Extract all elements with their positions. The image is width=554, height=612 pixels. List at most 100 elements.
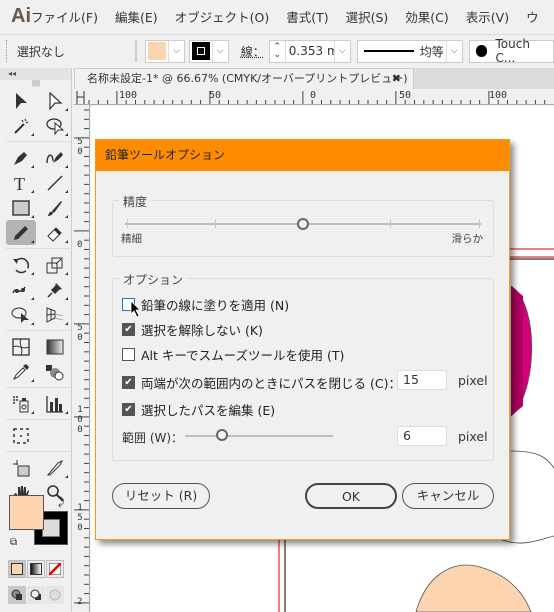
chevron-down-icon[interactable]: ⌵ xyxy=(333,40,350,62)
fill-color-dropdown[interactable]: ⌵ xyxy=(144,39,185,63)
scale-tool[interactable] xyxy=(40,252,70,277)
symbol-sprayer-tool[interactable] xyxy=(6,391,36,416)
fill-new-strokes-option[interactable]: 鉛筆の線に塗りを適用 (N) xyxy=(122,295,289,314)
paintbrush-tool[interactable] xyxy=(40,195,70,220)
swap-fill-stroke-icon[interactable]: ⤸ xyxy=(58,495,65,509)
cancel-button[interactable]: キャンセル xyxy=(402,483,494,509)
panel-grip[interactable] xyxy=(6,40,9,62)
fill-color-swatch[interactable] xyxy=(9,495,44,530)
line-segment-tool[interactable] xyxy=(40,170,70,195)
menu-object[interactable]: オブジェクト(O) xyxy=(175,7,270,26)
ruler-label: 50 xyxy=(209,90,222,101)
document-tab[interactable]: 名称未設定-1* @ 66.67% (CMYK/オーバープリントプレビュー) ✖ xyxy=(74,68,414,89)
column-graph-icon xyxy=(46,395,63,413)
draw-behind-button[interactable] xyxy=(27,586,45,604)
draw-normal-button[interactable] xyxy=(8,586,26,604)
alt-smooth-checkbox[interactable] xyxy=(122,348,135,361)
stroke-weight-value[interactable]: 0.353 m xyxy=(286,44,334,58)
close-paths-input[interactable]: 15 xyxy=(397,370,447,390)
warp-tool[interactable] xyxy=(6,277,36,302)
ok-button[interactable]: OK xyxy=(305,483,397,509)
menu-file[interactable]: ファイル(F) xyxy=(31,7,98,26)
alt-smooth-option[interactable]: Alt キーでスムーズツールを使用 (T) xyxy=(122,345,344,364)
within-slider-knob[interactable] xyxy=(216,429,228,441)
menu-edit[interactable]: 編集(E) xyxy=(115,7,158,26)
curvature-tool[interactable] xyxy=(40,145,70,170)
menu-view[interactable]: 表示(V) xyxy=(466,7,509,26)
gradient-mode-button[interactable] xyxy=(27,560,45,578)
gradient-tool[interactable] xyxy=(40,334,70,359)
stroke-color-dropdown[interactable]: ⌵ xyxy=(188,39,229,63)
ruler-label: 0 xyxy=(310,90,317,101)
artboard-tool[interactable] xyxy=(6,423,36,448)
horizontal-ruler[interactable]: 100 50 0 50 100 xyxy=(74,89,554,105)
gradient-icon xyxy=(46,339,64,354)
brush-dropdown[interactable]: Touch C... xyxy=(468,37,554,65)
rectangle-tool[interactable] xyxy=(6,195,36,220)
control-bar: 選択なし ⌵ ⌵ 線： ⌃ ⌄ 0.353 m ⌵ 均等 ⌵ Touch C... xyxy=(0,34,554,67)
close-paths-option[interactable]: ✔ 両端が次の範囲内のときにパスを閉じる (C)： xyxy=(122,373,401,392)
within-input[interactable]: 6 xyxy=(397,426,447,446)
stroke-profile-dropdown[interactable]: 均等 ⌵ xyxy=(356,39,463,63)
ruler-label: 50 xyxy=(75,323,85,343)
accuracy-slider-knob[interactable] xyxy=(297,218,309,230)
slice-tool[interactable] xyxy=(6,455,36,480)
panel-grip[interactable]: |||||||| xyxy=(0,80,71,88)
none-mode-button[interactable] xyxy=(46,560,64,578)
none-icon xyxy=(49,563,61,575)
edit-selected-checkbox[interactable]: ✔ xyxy=(122,403,135,416)
menu-select[interactable]: 選択(S) xyxy=(346,7,389,26)
stroke-label[interactable]: 線： xyxy=(241,43,265,60)
eyedropper-tool[interactable] xyxy=(6,359,36,384)
shape-builder-tool[interactable] xyxy=(6,302,36,327)
brush-dot-icon xyxy=(475,45,488,57)
rotate-tool[interactable] xyxy=(6,252,36,277)
spinner-icon[interactable]: ⌃ ⌄ xyxy=(270,40,286,62)
within-slider-track[interactable] xyxy=(185,435,333,437)
column-graph-tool[interactable] xyxy=(40,391,70,416)
blend-icon xyxy=(46,364,64,380)
menu-window[interactable]: ウ xyxy=(526,7,539,26)
pin-tool[interactable] xyxy=(40,277,70,302)
profile-line-icon xyxy=(363,50,414,52)
profile-label: 均等 xyxy=(419,44,444,59)
selection-tool[interactable] xyxy=(6,88,36,113)
chevron-down-icon: ⌵ xyxy=(211,40,228,62)
peach-shape[interactable] xyxy=(415,564,532,612)
draw-inside-button[interactable] xyxy=(46,586,64,604)
close-paths-checkbox[interactable]: ✔ xyxy=(122,376,135,389)
keep-selected-checkbox[interactable]: ✔ xyxy=(122,323,135,336)
draw-normal-icon xyxy=(11,589,22,600)
default-colors-icon[interactable]: ⧉ xyxy=(10,537,17,548)
color-mode-button[interactable] xyxy=(8,560,26,578)
menu-type[interactable]: 書式(T) xyxy=(286,7,328,26)
lasso-tool[interactable] xyxy=(40,113,70,138)
direct-selection-tool[interactable] xyxy=(40,88,70,113)
reset-button[interactable]: リセット (R) xyxy=(112,483,210,509)
stroke-weight-field[interactable]: ⌃ ⌄ 0.353 m ⌵ xyxy=(268,39,351,63)
edit-selected-option[interactable]: ✔ 選択したパスを編集 (E) xyxy=(122,400,275,419)
dialog-title[interactable]: 鉛筆ツールオプション xyxy=(96,140,509,171)
slider-tick xyxy=(215,219,216,228)
menu-effect[interactable]: 効果(C) xyxy=(405,7,448,26)
pen-tool[interactable] xyxy=(6,145,36,170)
ruler-label: 100 xyxy=(119,90,138,101)
vertical-ruler[interactable]: 50 0 50 100 150 2 xyxy=(74,105,90,612)
keep-selected-option[interactable]: ✔ 選択を解除しない (K) xyxy=(122,320,263,339)
close-tab-icon[interactable]: ✖ xyxy=(392,69,401,89)
eraser-icon xyxy=(47,226,62,242)
fill-new-strokes-label: 鉛筆の線に塗りを適用 (N) xyxy=(141,298,290,313)
ruler-label: 2 xyxy=(77,597,83,607)
mesh-tool[interactable] xyxy=(6,334,36,359)
blend-tool[interactable] xyxy=(40,359,70,384)
pen-slice-tool[interactable] xyxy=(40,455,70,480)
type-tool[interactable]: T xyxy=(6,170,36,195)
freehand-path[interactable] xyxy=(510,450,554,469)
perspective-grid-tool[interactable] xyxy=(40,302,70,327)
pencil-tool[interactable] xyxy=(6,220,36,245)
eraser-tool[interactable] xyxy=(40,220,70,245)
draw-inside-icon xyxy=(49,589,61,601)
magic-wand-tool[interactable] xyxy=(6,113,36,138)
panel-collapse[interactable]: ◂◂ xyxy=(0,68,71,80)
selection-status: 選択なし xyxy=(16,44,65,59)
